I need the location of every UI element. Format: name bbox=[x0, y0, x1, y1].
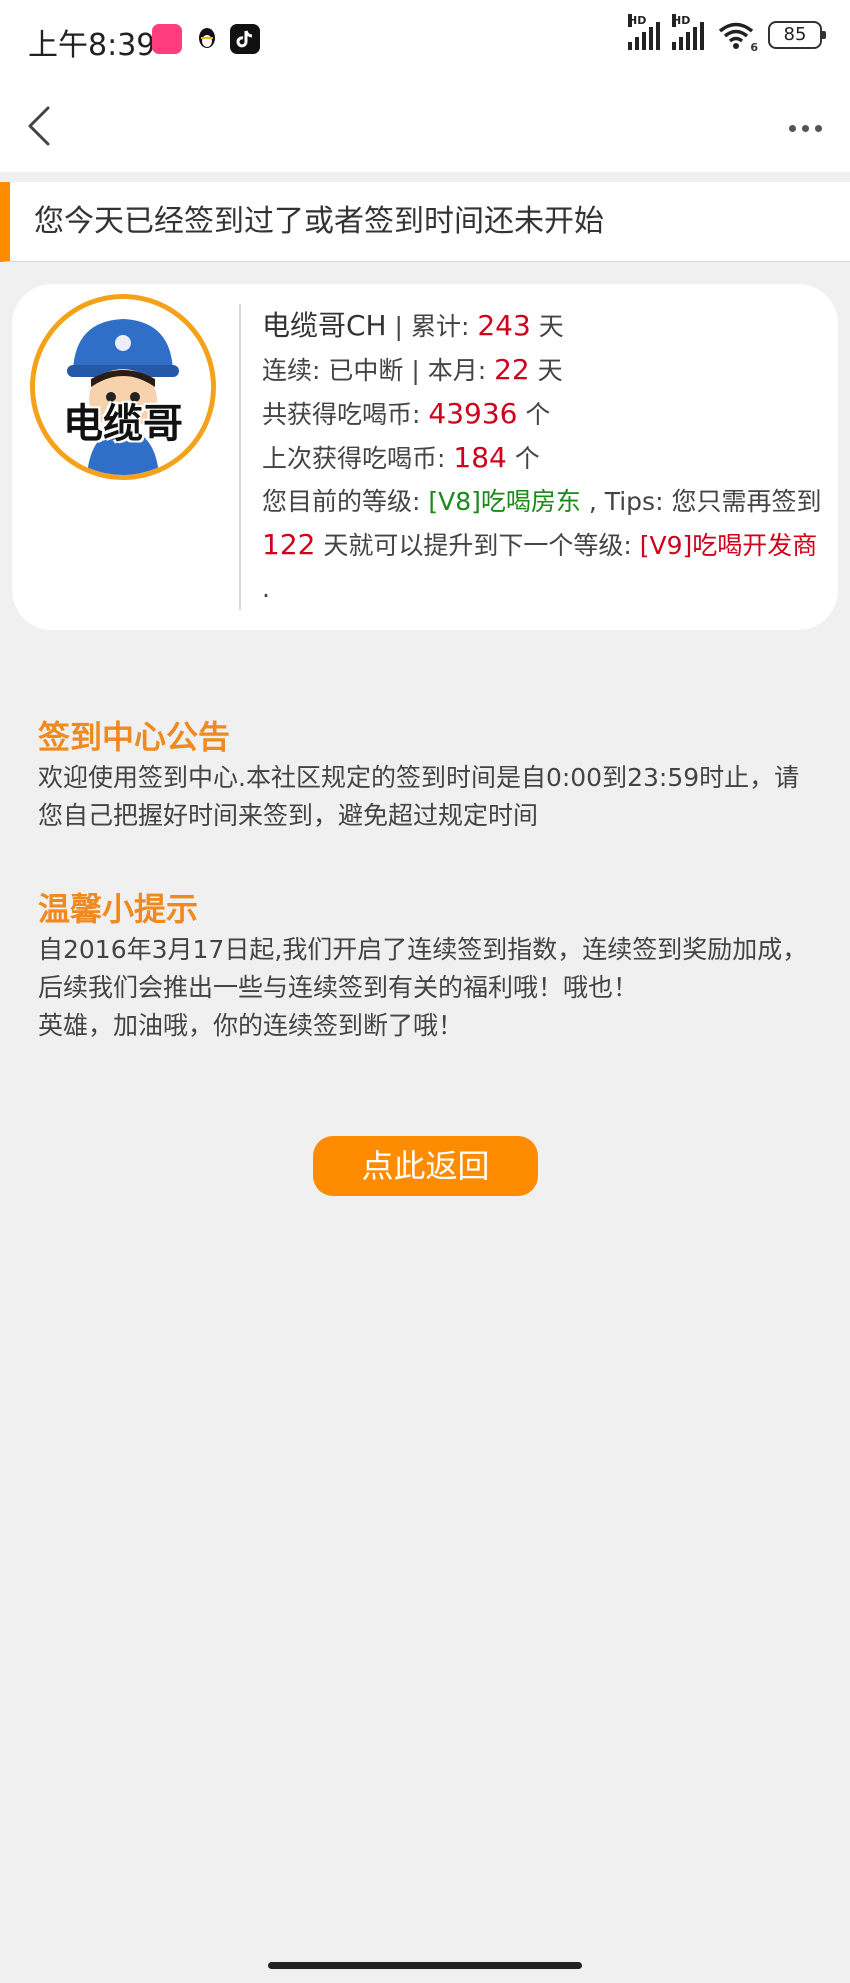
back-button[interactable] bbox=[18, 96, 68, 156]
user-card: 电缆哥 电缆哥CH | 累计: 243 天 连续: 已中断 | 本月: 22 天… bbox=[12, 284, 838, 630]
current-level: [V8]吃喝房东 bbox=[428, 487, 581, 516]
coins-line: 共获得吃喝币: 43936 个 bbox=[262, 397, 551, 430]
back-arrow-icon bbox=[28, 106, 50, 146]
total-coins: 43936 bbox=[428, 397, 518, 430]
tips-text-main: 自2016年3月17日起,我们开启了连续签到指数，连续签到奖励加成，后续我们会推… bbox=[38, 935, 808, 1002]
last-coins-line: 上次获得吃喝币: 184 个 bbox=[262, 441, 540, 474]
announcement-title: 签到中心公告 bbox=[38, 718, 231, 756]
wifi-icon: 6 bbox=[716, 20, 758, 54]
user-name-line: 电缆哥CH | 累计: 243 天 bbox=[262, 309, 564, 342]
next-level: [V9]吃喝开发商 bbox=[639, 531, 818, 560]
app-icon bbox=[152, 24, 182, 54]
level-line: 您目前的等级: [V8]吃喝房东 , Tips: 您只需再签到 122 天就可以… bbox=[262, 487, 822, 603]
card-divider bbox=[239, 304, 241, 610]
tips-title: 温馨小提示 bbox=[38, 890, 199, 928]
total-days: 243 bbox=[477, 309, 531, 342]
qq-icon bbox=[192, 24, 222, 54]
signal-icon: HD bbox=[672, 14, 704, 50]
signal-icon: HD bbox=[628, 14, 660, 50]
streak-line: 连续: 已中断 | 本月: 22 天 bbox=[262, 353, 563, 386]
nav-bar bbox=[0, 80, 850, 172]
tiktok-icon bbox=[230, 24, 260, 54]
month-days: 22 bbox=[494, 353, 530, 386]
user-stats: 电缆哥CH | 累计: 243 天 连续: 已中断 | 本月: 22 天 共获得… bbox=[262, 304, 822, 610]
status-bar: 上午8:39 HD HD 6 85 bbox=[0, 0, 850, 80]
status-time: 上午8:39 bbox=[28, 28, 156, 63]
tips-text-streak: 英雄，加油哦，你的连续签到断了哦！ bbox=[38, 1011, 464, 1040]
home-indicator[interactable] bbox=[268, 1962, 582, 1969]
announcement-text: 欢迎使用签到中心.本社区规定的签到时间是自0:00到23:59时止，请您自己把握… bbox=[38, 763, 800, 830]
battery-icon: 85 bbox=[768, 21, 826, 49]
more-icon bbox=[788, 124, 796, 132]
tips-text: 自2016年3月17日起,我们开启了连续签到指数，连续签到奖励加成，后续我们会推… bbox=[38, 931, 818, 1045]
return-button[interactable]: 点此返回 bbox=[313, 1136, 538, 1196]
more-button[interactable] bbox=[780, 108, 830, 148]
avatar-label: 电缆哥 bbox=[63, 401, 183, 447]
signin-notice: 您今天已经签到过了或者签到时间还未开始 bbox=[0, 182, 850, 262]
days-needed: 122 bbox=[262, 528, 316, 561]
user-name[interactable]: 电缆哥CH bbox=[262, 309, 387, 342]
last-coins: 184 bbox=[453, 441, 507, 474]
avatar: 电缆哥 bbox=[30, 294, 216, 480]
